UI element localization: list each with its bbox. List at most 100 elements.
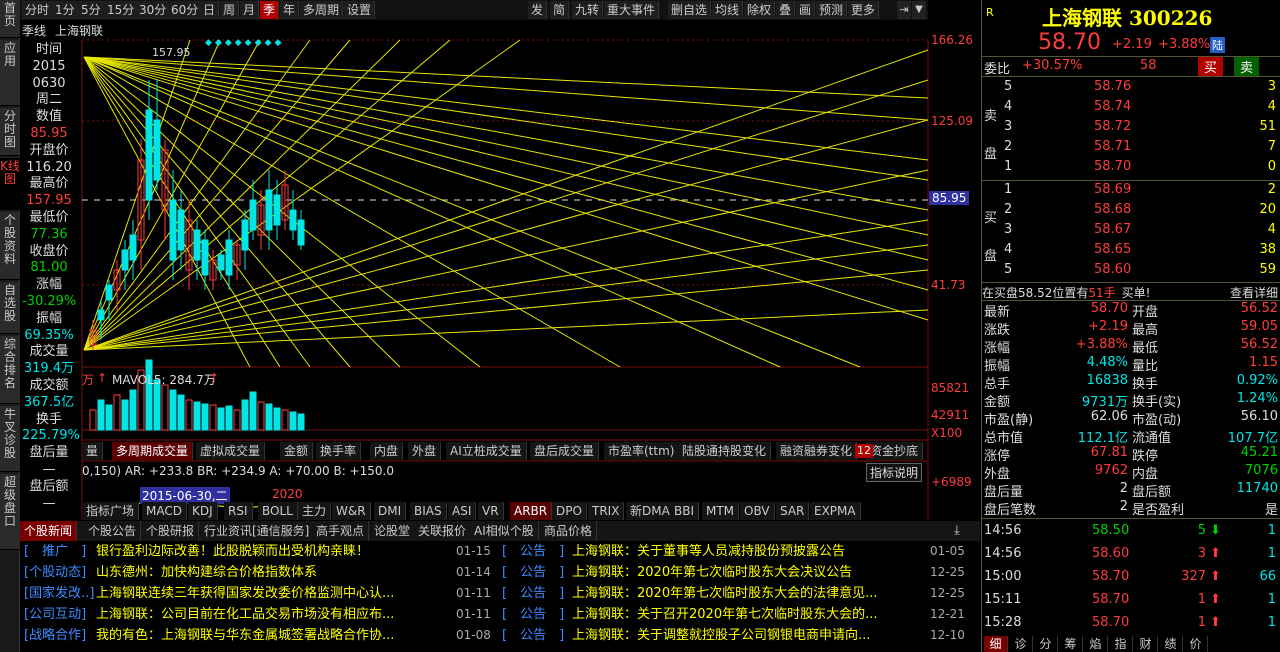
nav-7[interactable]: 牛叉诊股 — [0, 406, 20, 472]
news-tab-7[interactable]: AI相似个股 — [470, 521, 539, 541]
notice-title[interactable]: 上海钢联：2020年第七次临时股东大会的法律意见... — [572, 583, 912, 604]
ind-tab-13[interactable]: TRIX — [588, 502, 625, 520]
ind-tab-15[interactable]: BBI — [670, 502, 700, 520]
vol-tab-0[interactable]: 量 — [82, 442, 104, 460]
news-tag[interactable]: [个股动态] — [24, 562, 86, 583]
ind-tab-14[interactable]: 新DMA — [626, 502, 675, 520]
buy-button[interactable]: 买 — [1198, 57, 1224, 76]
ind-tab-10[interactable]: VR — [478, 502, 504, 520]
ind-tab-0[interactable]: 指标广场 — [82, 502, 140, 520]
nav-8[interactable]: 超级盘口 — [0, 474, 20, 550]
ind-tab-7[interactable]: DMI — [374, 502, 407, 520]
ind-tab-3[interactable]: RSI — [224, 502, 253, 520]
toolbar-right-5[interactable]: 均线 — [712, 1, 744, 19]
ind-tab-9[interactable]: ASI — [448, 502, 477, 520]
dropdown-icon[interactable]: ▼ — [912, 1, 926, 19]
news-title[interactable]: 我的有色：上海钢联与华东金属城签署战略合作协... — [96, 625, 456, 646]
news-title[interactable]: 上海钢联连续三年获得国家发改委价格监测中心认... — [96, 583, 456, 604]
toolbar-right-4[interactable]: 删自选 — [668, 1, 712, 19]
toolbar-3[interactable]: 15分 — [104, 1, 139, 19]
toolbar-10[interactable]: 年 — [280, 1, 300, 19]
nav-0[interactable]: 首页 — [0, 0, 20, 38]
toolbar-12[interactable]: 设置 — [344, 1, 376, 19]
notice-title[interactable]: 上海钢联：关于调整就控股子公司钢银电商申请向... — [572, 625, 912, 646]
toolbar-right-9[interactable]: 预测 — [816, 1, 848, 19]
view-detail-link[interactable]: 查看详细 — [1230, 284, 1278, 301]
notice-tag[interactable]: [ 公告 ] — [502, 604, 564, 625]
download-icon[interactable]: ⤓ — [954, 523, 960, 538]
bottom-tab-3[interactable]: 筹 — [1059, 636, 1083, 652]
nav-2[interactable]: 分时图 — [0, 108, 20, 156]
notice-title[interactable]: 上海钢联：2020年第七次临时股东大会决议公告 — [572, 562, 912, 583]
nav-6[interactable]: 综合排名 — [0, 336, 20, 404]
nav-5[interactable]: 自选股 — [0, 282, 20, 334]
notice-title[interactable]: 上海钢联：关于董事等人员减持股份预披露公告 — [572, 541, 912, 562]
ind-tab-2[interactable]: KDJ — [188, 502, 218, 520]
notice-tag[interactable]: [ 公告 ] — [502, 541, 564, 562]
bottom-tab-7[interactable]: 绩 — [1159, 636, 1183, 652]
vol-tab-5[interactable]: 内盘 — [370, 442, 404, 460]
ind-tab-17[interactable]: OBV — [740, 502, 775, 520]
toolbar-right-10[interactable]: 更多 — [848, 1, 880, 19]
news-tab-5[interactable]: 论股堂 — [370, 521, 416, 541]
toolbar-5[interactable]: 60分 — [168, 1, 203, 19]
news-tab-0[interactable]: 个股新闻 — [20, 521, 78, 541]
vol-tab-3[interactable]: 金额 — [280, 442, 314, 460]
vol-tab-8[interactable]: 盘后成交量 — [530, 442, 600, 460]
news-title[interactable]: 上海钢联：公司目前在化工品交易市场没有相应布... — [96, 604, 456, 625]
toolbar-7[interactable]: 周 — [220, 1, 240, 19]
indicator-explain-button[interactable]: 指标说明 — [866, 463, 923, 482]
vol-tab-6[interactable]: 外盘 — [408, 442, 442, 460]
toolbar-right-6[interactable]: 除权 — [744, 1, 776, 19]
ind-tab-5[interactable]: 主力 — [298, 502, 332, 520]
news-tag[interactable]: [ 推广 ] — [24, 541, 86, 562]
toolbar-right-0[interactable]: 发 — [528, 1, 548, 19]
toolbar-11[interactable]: 多周期 — [300, 1, 344, 19]
vol-tab-10[interactable]: 陆股通持股变化 — [678, 442, 772, 460]
toolbar-right-1[interactable]: 简 — [550, 1, 570, 19]
toolbar-0[interactable]: 分时 — [22, 1, 54, 19]
vol-tab-7[interactable]: AI立桩成交量 — [446, 442, 527, 460]
nav-4[interactable]: 个股资料 — [0, 212, 20, 280]
vol-tab-9[interactable]: 市盈率(ttm) — [604, 442, 680, 460]
notice-tag[interactable]: [ 公告 ] — [502, 583, 564, 604]
toolbar-right-8[interactable]: 画 — [796, 1, 816, 19]
news-tab-8[interactable]: 商品价格 — [540, 521, 598, 541]
bottom-tab-2[interactable]: 分 — [1034, 636, 1058, 652]
vol-tab-4[interactable]: 换手率 — [316, 442, 362, 460]
ind-tab-4[interactable]: BOLL — [258, 502, 298, 520]
toolbar-right-2[interactable]: 九转 — [572, 1, 604, 19]
news-title[interactable]: 山东德州：加快构建综合价格指数体系 — [96, 562, 456, 583]
news-tag[interactable]: [战略合作] — [24, 625, 86, 646]
news-tab-6[interactable]: 关联报价 — [414, 521, 472, 541]
news-tab-4[interactable]: 高手观点 — [312, 521, 370, 541]
vol-tab-12[interactable]: 资金抄底 — [866, 442, 924, 460]
event-diamonds[interactable]: ◆◆◆◆◆◆◆◆ — [205, 38, 284, 48]
toolbar-2[interactable]: 5分 — [78, 1, 105, 19]
vol-tab-1[interactable]: 多周期成交量 — [112, 442, 194, 460]
ind-tab-19[interactable]: EXPMA — [810, 502, 861, 520]
notice-tag[interactable]: [ 公告 ] — [502, 562, 564, 583]
toolbar-6[interactable]: 日 — [200, 1, 220, 19]
news-tag[interactable]: [公司互动] — [24, 604, 86, 625]
toolbar-9[interactable]: 季 — [260, 1, 280, 19]
news-tab-3[interactable]: 行业资讯[通信服务] — [200, 521, 315, 541]
bottom-tab-4[interactable]: 焰 — [1084, 636, 1108, 652]
news-title[interactable]: 银行盈利边际改善！此股脱颖而出受机构亲睐！ — [96, 541, 456, 562]
toolbar-right-3[interactable]: 重大事件 — [604, 1, 660, 19]
bottom-tab-8[interactable]: 价 — [1184, 636, 1208, 652]
ind-tab-18[interactable]: SAR — [776, 502, 810, 520]
news-tab-1[interactable]: 个股公告 — [84, 521, 142, 541]
news-tag[interactable]: [国家发改..] — [24, 583, 94, 604]
ind-tab-11[interactable]: ARBR — [510, 502, 553, 520]
nav-1[interactable]: 应用 — [0, 40, 20, 106]
vol-tab-11[interactable]: 融资融券变化 — [776, 442, 858, 460]
toolbar-1[interactable]: 1分 — [52, 1, 79, 19]
toolbar-8[interactable]: 月 — [240, 1, 260, 19]
ind-tab-1[interactable]: MACD — [142, 502, 187, 520]
toolbar-4[interactable]: 30分 — [136, 1, 171, 19]
toolbar-right-7[interactable]: 叠 — [776, 1, 796, 19]
ind-tab-8[interactable]: BIAS — [410, 502, 447, 520]
bottom-tab-6[interactable]: 财 — [1134, 636, 1158, 652]
notice-title[interactable]: 上海钢联：关于召开2020年第七次临时股东大会的... — [572, 604, 912, 625]
